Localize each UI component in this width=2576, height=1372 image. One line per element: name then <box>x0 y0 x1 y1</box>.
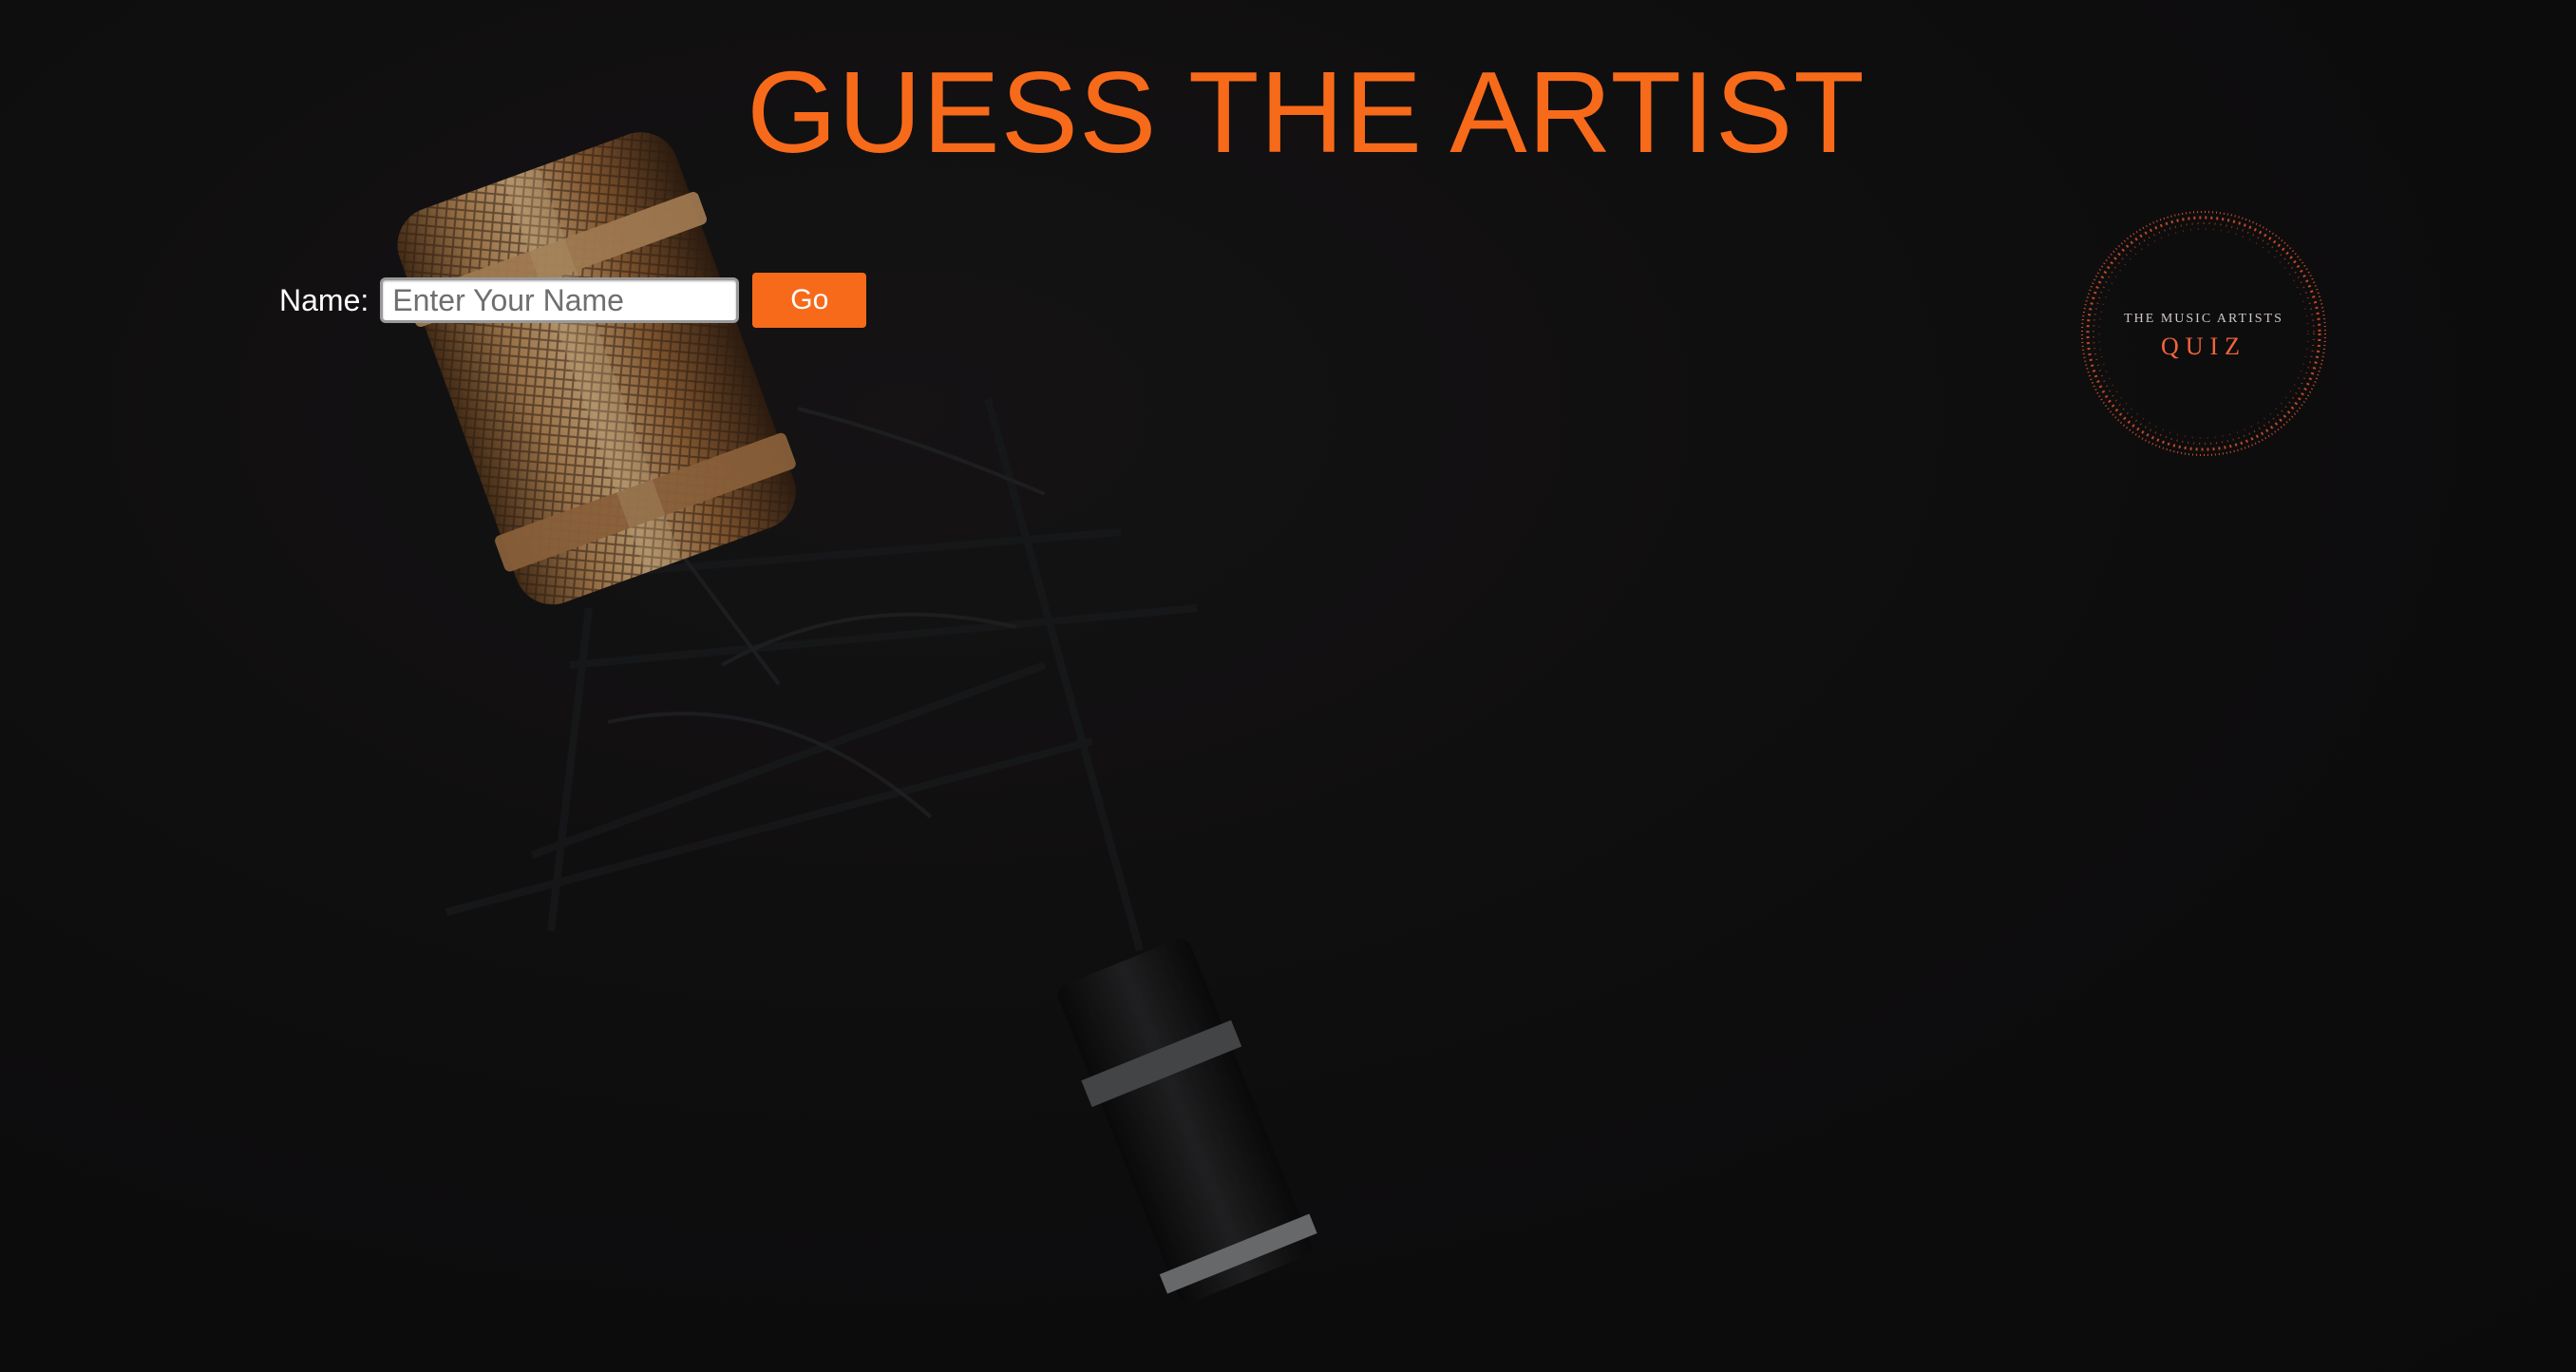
go-button[interactable]: Go <box>752 273 867 328</box>
name-label: Name: <box>279 282 369 317</box>
page-title: GUESS THE ARTIST <box>747 48 1866 177</box>
name-form: Name: Go <box>279 272 867 329</box>
quiz-logo: THE MUSIC ARTISTS QUIZ <box>2077 207 2330 460</box>
logo-subtitle: QUIZ <box>2160 333 2247 360</box>
logo-title: THE MUSIC ARTISTS <box>2124 312 2283 326</box>
microphone-background-image <box>0 0 2576 1372</box>
name-input[interactable] <box>380 277 740 323</box>
